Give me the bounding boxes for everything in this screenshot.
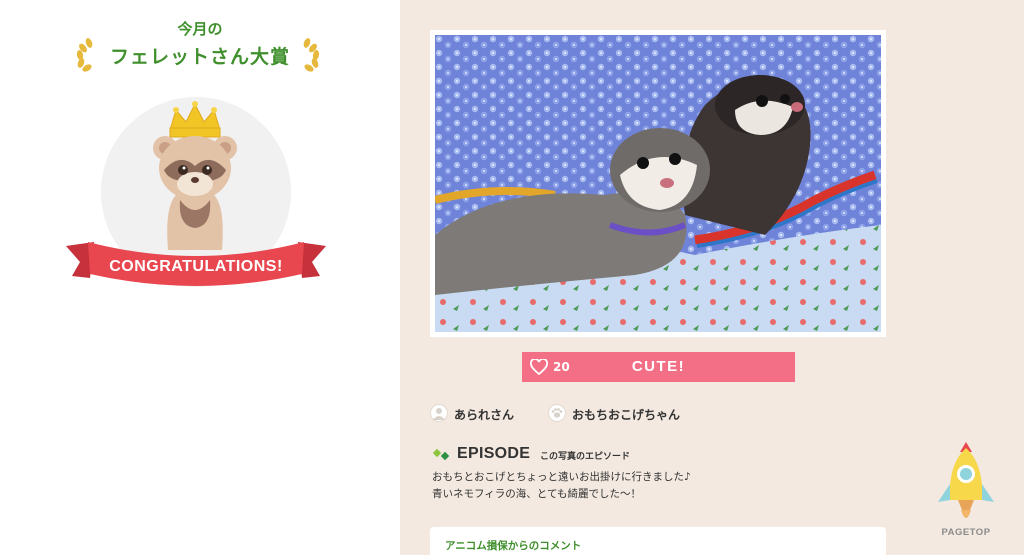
award-subtitle: 今月の — [177, 20, 223, 38]
award-title: フェレットさん大賞 — [109, 46, 290, 68]
leaf-icon — [432, 448, 450, 461]
owner-name: あられさん — [454, 408, 515, 422]
comment-card: アニコム損保からのコメント — [430, 527, 886, 555]
laurel-right-icon — [303, 38, 320, 72]
cute-label: CUTE! — [631, 358, 686, 375]
photo-frame — [430, 30, 886, 337]
pet-name: おもちおこげちゃん — [572, 408, 681, 422]
pagetop-label: PAGETOP — [941, 527, 991, 538]
photo-detail-panel: 20 CUTE! あられさん おもちおこげちゃん EPISODE この写真のエピ… — [400, 0, 1024, 555]
award-panel: 今月の フェレットさん大賞 CONGRATULATIONS! — [0, 0, 400, 555]
episode-subheading: この写真のエピソード — [540, 452, 631, 462]
episode-heading: EPISODE — [457, 445, 531, 462]
ferret-photo[interactable] — [435, 35, 881, 332]
user-avatar-icon — [430, 404, 448, 422]
pagetop-button[interactable]: PAGETOP — [930, 440, 1002, 540]
episode-line: 青いネモフィラの海、とても綺麗でした～！ — [432, 488, 641, 500]
congratulations-banner-text: CONGRATULATIONS! — [109, 258, 283, 275]
paw-icon — [548, 404, 566, 422]
comment-heading: アニコム損保からのコメント — [445, 540, 582, 552]
episode-text: おもちとおこげとちょっと遠いお出掛けに行きました♪ 青いネモフィラの海、とても綺… — [432, 469, 892, 503]
rocket-icon — [938, 442, 994, 518]
cute-vote-button[interactable]: 20 CUTE! — [522, 352, 795, 382]
episode-line: おもちとおこげとちょっと遠いお出掛けに行きました♪ — [432, 471, 691, 483]
